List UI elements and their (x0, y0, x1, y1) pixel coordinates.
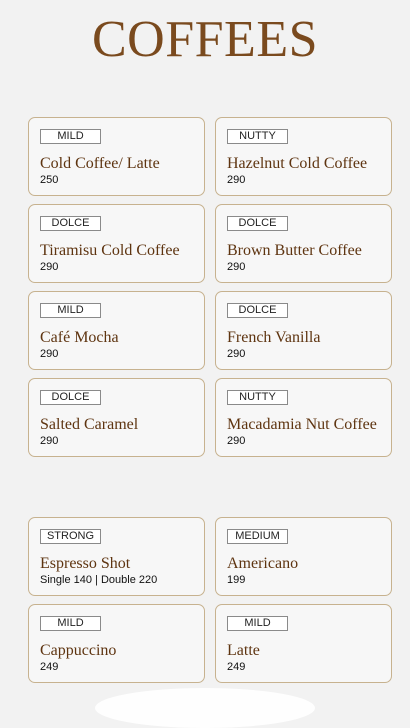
decorative-plate (95, 688, 315, 728)
menu-item-card[interactable]: DOLCE Brown Butter Coffee 290 (215, 204, 392, 283)
menu-item-card[interactable]: DOLCE Tiramisu Cold Coffee 290 (28, 204, 205, 283)
menu-item-card[interactable]: MEDIUM Americano 199 (215, 517, 392, 596)
item-price: 290 (40, 435, 59, 447)
item-name: Cold Coffee/ Latte (40, 155, 160, 172)
item-price: 290 (40, 348, 59, 360)
flavor-tag: DOLCE (227, 216, 288, 231)
menu-item-card[interactable]: MILD Cappuccino 249 (28, 604, 205, 683)
item-price: 290 (227, 261, 246, 273)
flavor-tag: DOLCE (40, 216, 101, 231)
item-name: Cappuccino (40, 642, 117, 659)
flavor-tag: STRONG (40, 529, 101, 544)
item-name: Macadamia Nut Coffee (227, 416, 377, 433)
flavor-tag: NUTTY (227, 390, 288, 405)
item-price: 290 (227, 174, 246, 186)
item-price: 250 (40, 174, 59, 186)
item-price: 290 (40, 261, 59, 273)
menu-item-card[interactable]: MILD Café Mocha 290 (28, 291, 205, 370)
menu-item-card[interactable]: STRONG Espresso Shot Single 140 | Double… (28, 517, 205, 596)
menu-item-card[interactable]: DOLCE French Vanilla 290 (215, 291, 392, 370)
item-name: Latte (227, 642, 260, 659)
item-price: 249 (227, 661, 246, 673)
flavor-tag: MILD (40, 129, 101, 144)
menu-item-card[interactable]: NUTTY Macadamia Nut Coffee 290 (215, 378, 392, 457)
flavor-tag: NUTTY (227, 129, 288, 144)
flavor-tag: MILD (40, 303, 101, 318)
menu-item-card[interactable]: MILD Cold Coffee/ Latte 250 (28, 117, 205, 196)
item-price: 249 (40, 661, 59, 673)
item-price: Single 140 | Double 220 (40, 574, 158, 586)
menu-item-card[interactable]: DOLCE Salted Caramel 290 (28, 378, 205, 457)
flavor-tag: MILD (227, 616, 288, 631)
item-name: Brown Butter Coffee (227, 242, 362, 259)
flavor-tag: DOLCE (227, 303, 288, 318)
item-price: 290 (227, 348, 246, 360)
item-name: French Vanilla (227, 329, 321, 346)
page-title: COFFEES (91, 11, 319, 68)
flavor-tag: MILD (40, 616, 101, 631)
menu-item-card[interactable]: MILD Latte 249 (215, 604, 392, 683)
flavor-tag: MEDIUM (227, 529, 288, 544)
item-name: Americano (227, 555, 299, 572)
menu-item-card[interactable]: NUTTY Hazelnut Cold Coffee 290 (215, 117, 392, 196)
item-price: 290 (227, 435, 246, 447)
item-name: Espresso Shot (40, 555, 131, 572)
item-name: Tiramisu Cold Coffee (40, 242, 180, 259)
flavor-tag: DOLCE (40, 390, 101, 405)
item-name: Café Mocha (40, 329, 119, 346)
item-name: Hazelnut Cold Coffee (227, 155, 368, 172)
item-price: 199 (227, 574, 246, 586)
item-name: Salted Caramel (40, 416, 139, 433)
